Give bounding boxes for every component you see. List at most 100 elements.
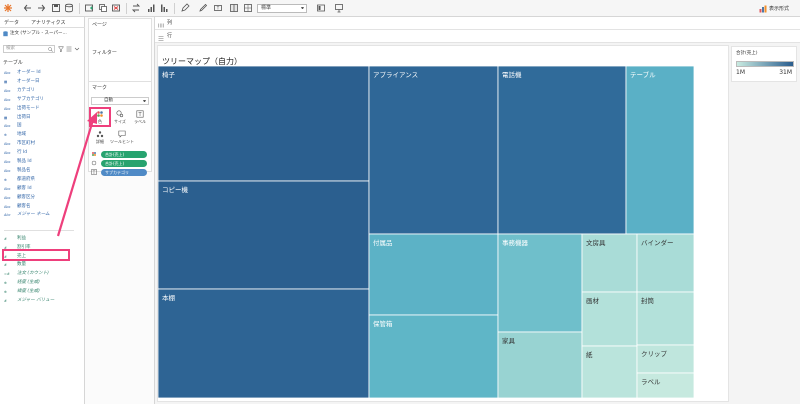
field-item[interactable]: Abc 顧客 Id <box>4 185 84 193</box>
labels-toggle-icon[interactable]: T <box>213 3 223 13</box>
fit-mode-value: 標準 <box>261 5 272 11</box>
presentation-mode-icon[interactable] <box>334 3 344 13</box>
field-search-input[interactable]: 検索 <box>3 45 55 53</box>
sort-ascending-icon[interactable] <box>146 3 156 13</box>
treemap-tile-label: 文房具 <box>586 238 606 247</box>
svg-text:T: T <box>92 170 96 175</box>
field-item[interactable]: Abc メジャー ネーム <box>4 211 84 219</box>
field-name: メジャー バリュー <box>17 297 55 303</box>
treemap-tile-label: 家具 <box>502 336 516 345</box>
show-cards-icon[interactable] <box>316 3 326 13</box>
pen-icon[interactable] <box>198 3 208 13</box>
new-data-source-icon[interactable] <box>64 3 74 13</box>
label-button[interactable]: T ラベル <box>130 108 150 124</box>
treemap-tile-label: 紙 <box>586 350 593 359</box>
treemap-tile-label: 封筒 <box>641 296 655 305</box>
fit-mode-dropdown[interactable]: 標準 <box>257 4 307 13</box>
rows-shelf[interactable]: 行 <box>155 30 800 43</box>
filter-icon[interactable] <box>57 46 65 53</box>
treemap-chart[interactable]: 椅子コピー機本棚 アプライアンス 電話機 テーブル付属品保管箱 事務機器家具 文房具 バイン… <box>158 66 694 398</box>
field-item[interactable]: Abc サブカテゴリ <box>4 96 84 104</box>
field-item[interactable]: Abc 国 <box>4 122 84 130</box>
label-subcategory-pill[interactable]: サブカテゴリ <box>101 169 147 176</box>
field-item[interactable]: Abc 行 Id <box>4 149 84 157</box>
treemap-tile[interactable] <box>158 180 370 290</box>
field-name: 出荷モード <box>17 105 40 111</box>
treemap-tile[interactable] <box>497 233 583 333</box>
field-item[interactable]: # メジャー バリュー <box>4 297 84 305</box>
fit-icon[interactable] <box>243 3 253 13</box>
field-item[interactable]: Abc 製品 Id <box>4 158 84 166</box>
data-pane: データ アナリティクス 注文 (サンプル - スーパー... 検索 テーブル A… <box>0 17 85 404</box>
color-legend[interactable]: 合計(売上) 1M 31M <box>731 46 797 82</box>
detail-button-label: 詳細 <box>96 139 104 144</box>
legend-gradient-bar <box>736 61 794 67</box>
table-section-label: テーブル <box>3 60 23 66</box>
field-item[interactable]: Abc 出荷モード <box>4 105 84 113</box>
field-type-icon: Abc <box>4 71 11 75</box>
data-source-item[interactable]: 注文 (サンプル - スーパー... <box>0 29 85 39</box>
size-sales-pill[interactable]: 合計(売上) <box>101 160 147 167</box>
clear-sheet-icon[interactable] <box>111 3 121 13</box>
save-icon[interactable] <box>51 3 61 13</box>
field-item[interactable]: ⊕ 緯度 (生成) <box>4 288 84 296</box>
field-type-icon: # <box>4 298 7 303</box>
field-item[interactable]: Abc 顧客名 <box>4 203 84 211</box>
label-pill-icon: T <box>91 169 97 175</box>
list-view-icon[interactable] <box>66 46 72 52</box>
field-type-icon: Abc <box>4 204 11 209</box>
treemap-tile-label: 椅子 <box>162 70 176 79</box>
back-arrow-icon[interactable] <box>23 3 33 13</box>
duplicate-sheet-icon[interactable] <box>98 3 108 13</box>
field-item[interactable]: Abc 市区町村 <box>4 140 84 148</box>
highlight-icon[interactable] <box>180 3 190 13</box>
field-name: 経度 (生成) <box>17 280 40 285</box>
new-worksheet-icon[interactable] <box>84 3 94 13</box>
filters-card-title: フィルター <box>92 50 117 56</box>
treemap-tile-label: コピー機 <box>162 185 189 194</box>
tab-data[interactable]: データ <box>4 19 19 26</box>
field-item[interactable]: ⊕ 都道府県 <box>4 176 84 184</box>
field-type-icon: ▦ <box>4 115 8 120</box>
field-item[interactable]: ▦ オーダー日 <box>4 78 84 86</box>
chevron-down-icon[interactable] <box>74 46 80 52</box>
tooltip-button[interactable]: ツールヒント <box>110 128 134 144</box>
treemap-tile-label: ラベル <box>641 378 661 386</box>
columns-shelf[interactable]: 列 <box>155 17 800 30</box>
forward-arrow-icon[interactable] <box>36 3 46 13</box>
label-text-icon: T <box>136 110 144 118</box>
tableau-logo-icon[interactable] <box>3 3 13 13</box>
field-item[interactable]: # 数量 <box>4 261 84 269</box>
treemap-tile[interactable] <box>158 66 370 182</box>
field-item[interactable]: ▦ 出荷日 <box>4 114 84 122</box>
field-item[interactable]: Abc 製品名 <box>4 167 84 175</box>
size-button[interactable]: サイズ <box>110 108 130 124</box>
field-name: メジャー ネーム <box>17 212 50 218</box>
treemap-tile[interactable] <box>158 288 370 398</box>
field-item[interactable]: ⊕ 経度 (生成) <box>4 279 84 287</box>
treemap-tile[interactable] <box>368 66 499 235</box>
size-icon <box>116 110 124 118</box>
legend-max-label: 31M <box>779 69 792 76</box>
field-item[interactable]: Abc オーダー Id <box>4 69 84 77</box>
field-item[interactable]: Abc カテゴリ <box>4 87 84 95</box>
treemap-tile[interactable] <box>497 66 627 235</box>
treemap-tile-label: 保管箱 <box>373 319 393 328</box>
sort-descending-icon[interactable] <box>159 3 169 13</box>
treemap-tile[interactable] <box>625 66 694 235</box>
field-type-icon: ⊕ <box>4 177 7 182</box>
mark-type-dropdown[interactable]: 自動 <box>91 97 149 105</box>
swap-rows-columns-icon[interactable] <box>131 3 141 13</box>
field-item[interactable]: =# 注文 (カウント) <box>4 270 84 278</box>
detail-button[interactable]: 詳細 <box>90 128 110 144</box>
tab-analytics[interactable]: アナリティクス <box>31 19 65 26</box>
field-type-icon: ⊕ <box>4 289 7 294</box>
fix-axes-icon[interactable] <box>229 3 239 13</box>
show-me-button[interactable]: 表示形式 <box>757 4 789 14</box>
treemap-tile-label: テーブル <box>630 70 656 79</box>
field-item[interactable]: ⊕ 地域 <box>4 131 84 139</box>
field-type-icon: # <box>4 263 7 268</box>
field-item[interactable]: # 利益 <box>4 235 84 243</box>
field-item[interactable]: Abc 顧客区分 <box>4 194 84 202</box>
color-sales-pill[interactable]: 合計(売上) <box>101 151 147 158</box>
